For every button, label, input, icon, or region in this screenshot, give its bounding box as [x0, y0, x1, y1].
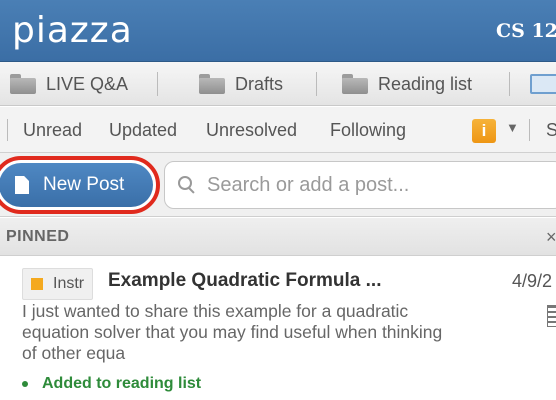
course-name[interactable]: CS 12	[496, 20, 556, 42]
filter-bar: Unread Updated Unresolved Following i ▼ …	[0, 107, 556, 153]
status-label: Added to reading list	[42, 375, 202, 392]
new-post-button[interactable]: New Post	[0, 163, 153, 207]
action-row: New Post	[0, 153, 556, 217]
status-dot-icon	[22, 381, 28, 387]
divider	[529, 119, 530, 141]
post-list-item[interactable]: Instr Example Quadratic Formula ... 4/9/…	[0, 257, 556, 400]
folder-label: Reading list	[378, 73, 473, 94]
folder-label: LIVE Q&A	[46, 73, 129, 94]
divider	[509, 72, 510, 96]
close-icon[interactable]: ×	[546, 218, 556, 256]
filter-unread[interactable]: Unread	[23, 107, 82, 153]
post-title[interactable]: Example Quadratic Formula ...	[108, 270, 381, 292]
search-box[interactable]	[164, 161, 556, 209]
top-header: piazza CS 12	[0, 0, 556, 62]
search-input[interactable]	[207, 173, 547, 197]
post-date: 4/9/2	[512, 271, 553, 291]
search-icon	[177, 175, 197, 195]
tag-label: Instr	[53, 275, 85, 292]
folder-icon	[10, 74, 36, 94]
new-post-highlight: New Post	[0, 156, 160, 214]
post-excerpt: I just wanted to share this example for …	[22, 301, 443, 363]
filter-updated[interactable]: Updated	[109, 107, 177, 153]
tag-square-icon	[31, 278, 43, 290]
folder-icon[interactable]	[530, 74, 556, 94]
filter-cut-off[interactable]: S	[546, 107, 556, 153]
divider	[316, 72, 317, 96]
folder-drafts[interactable]: Drafts	[199, 62, 283, 106]
folder-icon	[199, 74, 225, 94]
pinned-header: PINNED ×	[0, 218, 556, 256]
info-icon[interactable]: i	[472, 119, 496, 143]
new-post-label: New Post	[43, 174, 125, 195]
document-icon	[15, 176, 29, 194]
pinned-label: PINNED	[6, 228, 70, 245]
note-icon	[547, 305, 556, 327]
instructor-tag: Instr	[22, 268, 94, 300]
divider	[7, 119, 8, 141]
folder-icon	[342, 74, 368, 94]
folder-live-qa[interactable]: LIVE Q&A	[10, 62, 128, 106]
piazza-logo[interactable]: piazza	[12, 8, 133, 54]
filter-unresolved[interactable]: Unresolved	[206, 107, 297, 153]
filter-following[interactable]: Following	[330, 107, 406, 153]
chevron-down-icon[interactable]: ▼	[506, 120, 519, 135]
reading-list-status: Added to reading list	[22, 375, 201, 393]
folder-reading-list[interactable]: Reading list	[342, 62, 472, 106]
folder-bar: LIVE Q&A Drafts Reading list	[0, 62, 556, 106]
folder-label: Drafts	[235, 73, 284, 94]
divider	[157, 72, 158, 96]
